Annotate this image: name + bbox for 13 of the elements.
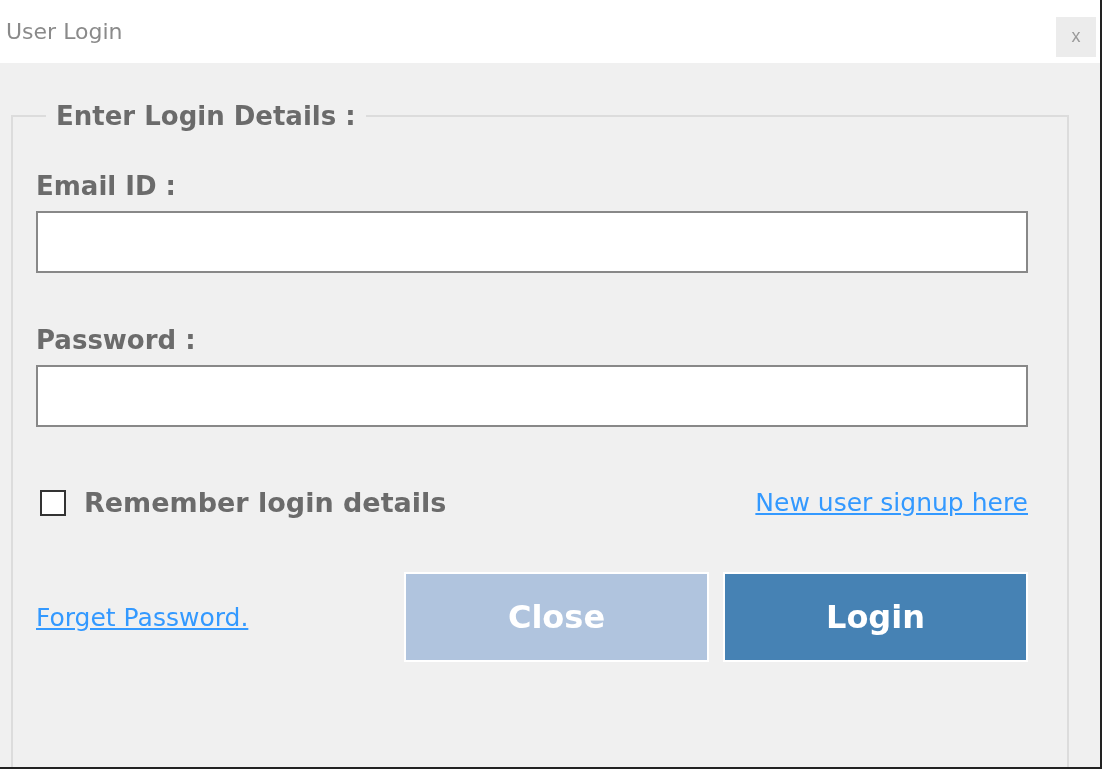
email-field[interactable] [36, 211, 1028, 273]
window-title: User Login [6, 19, 123, 44]
checkbox[interactable] [40, 489, 66, 516]
login-button[interactable]: Login [723, 572, 1028, 662]
field-label: Email ID : [36, 171, 176, 201]
window-close-button[interactable]: x [1056, 16, 1096, 57]
field-label: Password : [36, 325, 196, 355]
close-dialog-button[interactable]: Close [404, 572, 709, 662]
group-legend: Enter Login Details : [46, 101, 366, 131]
signup-link[interactable]: New user signup here [755, 488, 1028, 517]
checkbox-label: Remember login details [84, 487, 447, 518]
password-field[interactable] [36, 365, 1028, 427]
forgot-password-link[interactable]: Forget Password. [36, 602, 249, 632]
